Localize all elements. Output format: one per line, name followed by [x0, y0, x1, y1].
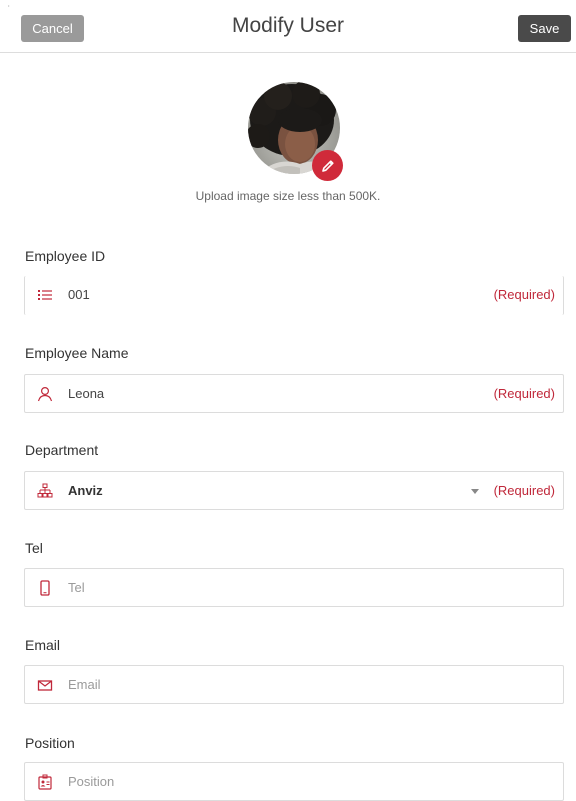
email-label: Email — [25, 637, 61, 653]
header-bar: Cancel Modify User Save — [0, 0, 576, 53]
employee-name-field[interactable]: Leona (Required) — [24, 374, 564, 413]
envelope-icon — [37, 680, 53, 691]
chevron-down-icon[interactable] — [471, 489, 479, 494]
required-indicator: (Required) — [493, 287, 555, 302]
email-input[interactable]: Email — [24, 665, 564, 704]
position-input[interactable]: Position — [24, 762, 564, 801]
employee-name-label: Employee Name — [25, 345, 129, 361]
employee-id-label: Employee ID — [25, 248, 106, 264]
phone-icon — [40, 580, 50, 596]
org-chart-icon — [37, 483, 53, 498]
save-button[interactable]: Save — [518, 15, 571, 42]
upload-hint: Upload image size less than 500K. — [195, 189, 381, 203]
position-label: Position — [25, 735, 75, 751]
user-icon — [37, 386, 53, 402]
tel-label: Tel — [25, 540, 43, 556]
id-badge-icon — [38, 774, 52, 790]
department-label: Department — [25, 442, 99, 458]
required-indicator: (Required) — [493, 483, 555, 498]
tel-placeholder: Tel — [68, 580, 85, 595]
employee-id-value: 001 — [68, 287, 90, 302]
employee-id-field: 001 (Required) — [24, 276, 564, 315]
edit-avatar-button[interactable] — [312, 150, 343, 181]
avatar-container[interactable] — [248, 82, 343, 181]
pencil-icon — [321, 159, 334, 172]
tel-input[interactable]: Tel — [24, 568, 564, 607]
department-value: Anviz — [68, 483, 103, 498]
required-indicator: (Required) — [493, 386, 555, 401]
page-title: Modify User — [231, 14, 345, 37]
list-icon — [38, 290, 52, 300]
department-select[interactable]: Anviz (Required) — [24, 471, 564, 510]
employee-name-value[interactable]: Leona — [68, 386, 104, 401]
position-placeholder: Position — [68, 774, 115, 789]
email-placeholder: Email — [68, 677, 101, 692]
